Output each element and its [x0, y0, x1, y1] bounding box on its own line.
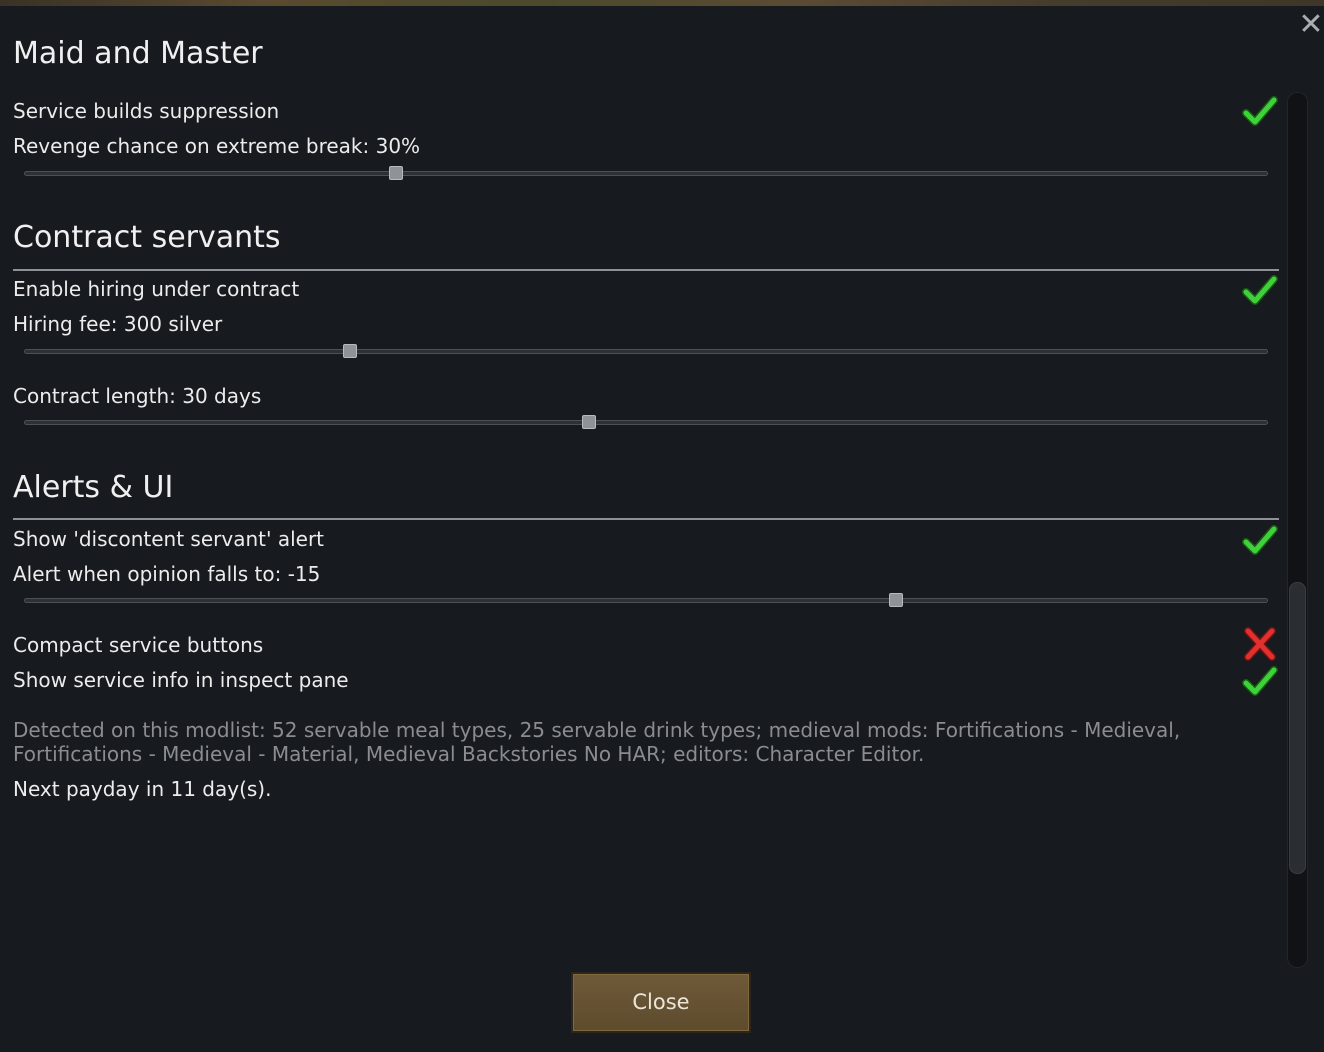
label-alert-opinion: Alert when opinion falls to: -15 [13, 562, 321, 586]
section-title-maid-and-master: Maid and Master [13, 36, 263, 71]
slider-track [24, 420, 1268, 425]
slider-thumb[interactable] [343, 344, 357, 358]
next-payday-text: Next payday in 11 day(s). [13, 777, 272, 801]
slider-track [24, 171, 1268, 176]
section-divider [13, 518, 1279, 520]
slider-thumb[interactable] [889, 593, 903, 607]
slider-track [24, 349, 1268, 354]
section-title-alerts-ui: Alerts & UI [13, 470, 174, 505]
slider-thumb[interactable] [389, 166, 403, 180]
label-show-service-info: Show service info in inspect pane [13, 668, 349, 692]
label-service-builds-suppression: Service builds suppression [13, 99, 280, 123]
checkbox-show-service-info-icon[interactable] [1242, 664, 1278, 698]
section-divider [13, 269, 1279, 271]
checkbox-show-discontent-alert-icon[interactable] [1242, 523, 1278, 557]
slider-thumb[interactable] [582, 415, 596, 429]
slider-contract-length[interactable] [24, 415, 1268, 429]
slider-track [24, 598, 1268, 603]
slider-revenge-chance[interactable] [24, 166, 1268, 180]
scrollbar-thumb[interactable] [1289, 582, 1306, 874]
slider-alert-opinion[interactable] [24, 593, 1268, 607]
checkbox-enable-hiring-icon[interactable] [1242, 273, 1278, 307]
label-enable-hiring: Enable hiring under contract [13, 277, 300, 301]
section-title-contract-servants: Contract servants [13, 220, 281, 255]
label-revenge-chance: Revenge chance on extreme break: 30% [13, 134, 421, 158]
label-show-discontent-alert: Show 'discontent servant' alert [13, 527, 325, 551]
detected-modlist-info: Detected on this modlist: 52 servable me… [13, 718, 1181, 766]
close-button[interactable]: Close [571, 972, 751, 1033]
label-contract-length: Contract length: 30 days [13, 384, 262, 408]
close-x-icon[interactable]: ✕ [1298, 10, 1324, 40]
label-hiring-fee: Hiring fee: 300 silver [13, 312, 223, 336]
checkbox-service-builds-suppression-icon[interactable] [1242, 94, 1278, 128]
slider-hiring-fee[interactable] [24, 344, 1268, 358]
label-compact-service-buttons: Compact service buttons [13, 633, 264, 657]
checkbox-compact-service-buttons-cross-icon[interactable] [1242, 627, 1278, 661]
